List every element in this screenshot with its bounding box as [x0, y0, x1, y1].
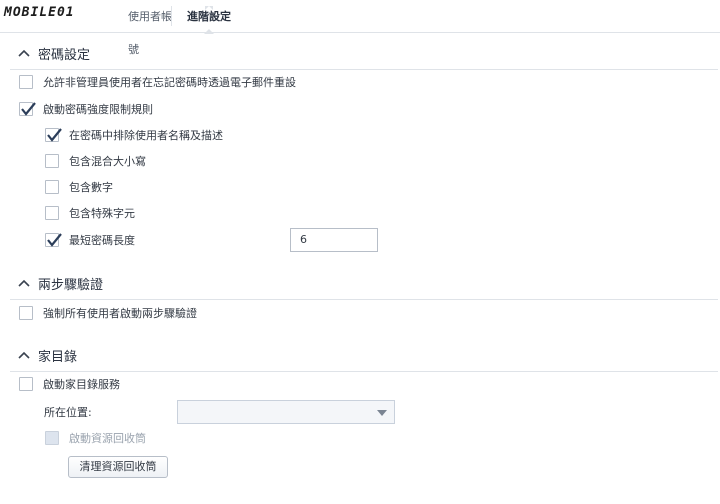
checkmark-icon: [47, 233, 62, 247]
section-home-title: 家目錄: [38, 350, 78, 365]
enable-home-service-label: 啟動家目錄服務: [43, 378, 120, 391]
chevron-up-icon[interactable]: [18, 277, 30, 289]
recycle-bin-option[interactable]: 啟動資源回收筒: [45, 430, 146, 446]
enforce-two-step-label: 強制所有使用者啟動兩步驟驗證: [43, 307, 197, 320]
exclude-name-option[interactable]: 在密碼中排除使用者名稱及描述: [45, 127, 223, 143]
enforce-rules-label: 啟動密碼強度限制規則: [43, 103, 153, 116]
special-chars-option[interactable]: 包含特殊字元: [45, 205, 135, 221]
watermark-logo: MOBILE01: [2, 1, 77, 23]
enable-home-service-checkbox[interactable]: [19, 377, 33, 391]
tab-advanced-settings-label: 進階設定: [187, 10, 231, 23]
section-two-step-title: 兩步驟驗證: [38, 278, 104, 293]
allow-reset-label: 允許非管理員使用者在忘記密碼時透過電子郵件重設: [43, 76, 296, 89]
exclude-name-label: 在密碼中排除使用者名稱及描述: [69, 129, 223, 142]
min-length-label: 最短密碼長度: [69, 234, 135, 247]
exclude-name-checkbox[interactable]: [45, 128, 62, 142]
special-chars-label: 包含特殊字元: [69, 207, 135, 220]
watermark-text: MOBILE01: [2, 4, 77, 20]
min-length-input[interactable]: 6: [290, 228, 378, 252]
enforce-rules-option[interactable]: 啟動密碼強度限制規則: [19, 101, 153, 117]
digits-checkbox[interactable]: [45, 180, 59, 194]
chevron-up-icon[interactable]: [18, 349, 30, 361]
location-select[interactable]: [177, 400, 395, 424]
digits-option[interactable]: 包含數字: [45, 179, 113, 195]
section-password-title: 密碼設定: [38, 48, 91, 63]
recycle-bin-checkbox[interactable]: [45, 431, 59, 445]
mixed-case-label: 包含混合大小寫: [69, 155, 146, 168]
section-password-header[interactable]: 密碼設定: [0, 42, 720, 70]
section-divider: [10, 69, 718, 70]
section-two-step-header[interactable]: 兩步驟驗證: [0, 272, 720, 300]
allow-reset-option[interactable]: 允許非管理員使用者在忘記密碼時透過電子郵件重設: [19, 74, 296, 90]
location-label: 所在位置:: [44, 406, 92, 419]
mixed-case-option[interactable]: 包含混合大小寫: [45, 153, 146, 169]
min-length-checkbox[interactable]: [45, 233, 62, 247]
chevron-up-icon[interactable]: [18, 47, 30, 59]
section-divider: [10, 371, 718, 372]
section-divider: [10, 299, 718, 300]
enforce-rules-checkbox[interactable]: [19, 102, 36, 116]
enforce-two-step-option[interactable]: 強制所有使用者啟動兩步驟驗證: [19, 305, 197, 321]
min-length-option[interactable]: 最短密碼長度: [45, 232, 135, 248]
section-home-header[interactable]: 家目錄: [0, 344, 720, 372]
digits-label: 包含數字: [69, 181, 113, 194]
checkmark-icon: [47, 128, 62, 142]
clear-recycle-bin-button[interactable]: 清理資源回收筒: [68, 456, 168, 478]
allow-reset-checkbox[interactable]: [19, 75, 33, 89]
enforce-two-step-checkbox[interactable]: [19, 306, 33, 320]
mixed-case-checkbox[interactable]: [45, 154, 59, 168]
tab-advanced-settings[interactable]: 進階設定: [172, 0, 246, 34]
checkmark-icon: [21, 102, 36, 116]
special-chars-checkbox[interactable]: [45, 206, 59, 220]
caret-down-icon: [377, 410, 387, 416]
tab-bar: 使用者帳號 進階設定 MOBILE01: [0, 0, 720, 56]
enable-home-service-option[interactable]: 啟動家目錄服務: [19, 376, 120, 392]
recycle-bin-label: 啟動資源回收筒: [69, 432, 146, 445]
